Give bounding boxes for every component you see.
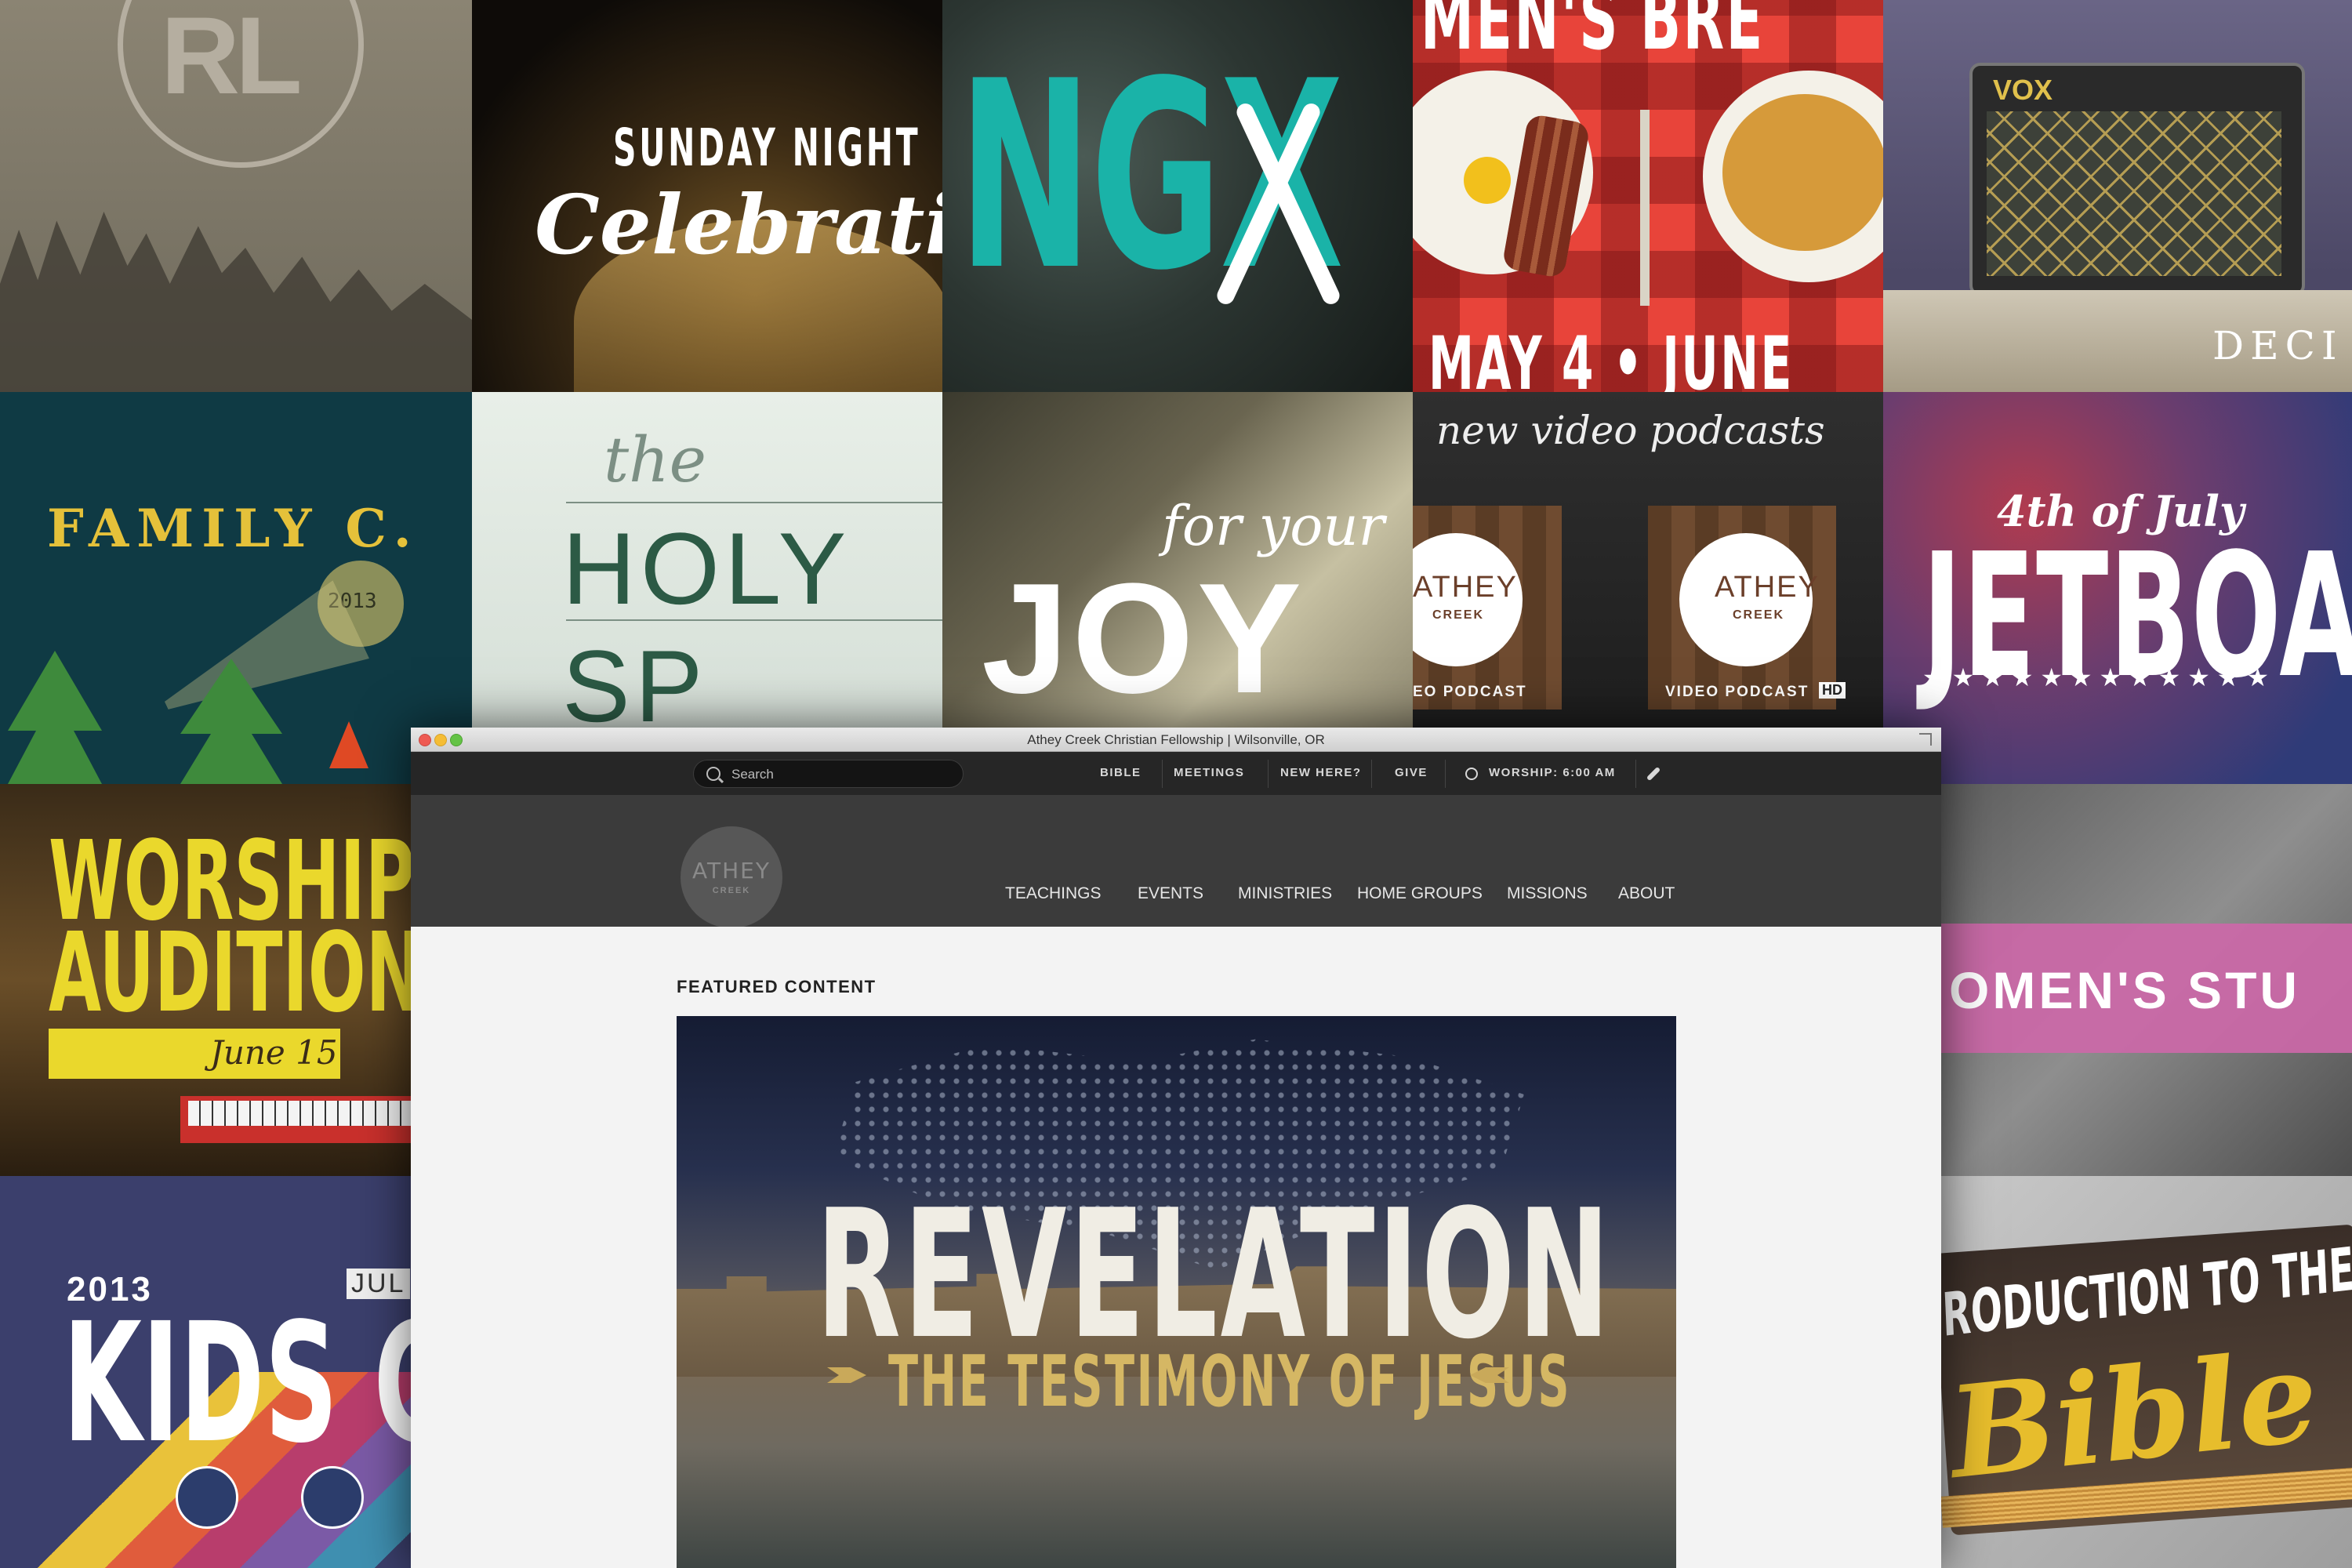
tile-sunday-night: SUNDAY NIGHT Celebratio xyxy=(472,0,942,392)
tile-jetboats: 4th of July JETBOATS ★ ★ ★ ★ ★ ★ ★ ★ ★ ★… xyxy=(1883,392,2352,784)
sunday-night-title: SUNDAY NIGHT xyxy=(613,118,921,178)
divider xyxy=(1162,760,1163,788)
podcast-hd-badge: HD xyxy=(1819,682,1846,699)
amp-brand: VOX xyxy=(1993,74,2053,106)
top-link-meetings[interactable]: MEETINGS xyxy=(1174,766,1244,779)
holy-rule-top xyxy=(566,502,942,503)
top-link-bible[interactable]: BIBLE xyxy=(1100,766,1142,779)
nav-missions[interactable]: MISSIONS xyxy=(1507,884,1588,903)
holy-rule-bottom xyxy=(566,619,942,621)
featured-banner[interactable]: REVELATION THE TESTIMONY OF JESUS xyxy=(677,1016,1676,1568)
forest-silhouette xyxy=(0,212,472,392)
logo-sub: CREEK xyxy=(712,886,751,895)
site-logo[interactable]: ATHEY CREEK xyxy=(681,826,782,928)
search-icon xyxy=(706,767,720,781)
main-navigation: ATHEY CREEK TEACHINGS EVENTS MINISTRIES … xyxy=(411,795,1941,928)
podcast-brand-right: ATHEY xyxy=(1715,571,1820,604)
celebration-script: Celebratio xyxy=(535,176,942,273)
tile-ngx: NGX xyxy=(942,0,1413,392)
amp-grille xyxy=(1987,111,2281,276)
podcast-brand-left: ATHEY xyxy=(1413,571,1518,604)
tile-intro-bible: RODUCTION TO THE Bible xyxy=(1941,1176,2352,1568)
vox-date: DECI xyxy=(2212,323,2343,368)
keyboard-keys xyxy=(188,1101,411,1126)
utility-bar: Search BIBLE MEETINGS NEW HERE? GIVE WOR… xyxy=(411,752,1941,795)
holy-title: HOLY SP xyxy=(562,511,850,743)
egg-yolk xyxy=(1464,157,1511,204)
top-link-new-here[interactable]: NEW HERE? xyxy=(1280,766,1362,779)
joy-title: JOY xyxy=(982,551,1305,726)
hero-title: REVELATION xyxy=(816,1172,1613,1378)
tile-kids-camp: 2013 JUL KIDS CA xyxy=(0,1176,411,1568)
nav-ministries[interactable]: MINISTRIES xyxy=(1238,884,1332,903)
tree-1 xyxy=(8,651,102,784)
tile-video-podcasts: new video podcasts ATHEY CREEK ATHEY CRE… xyxy=(1413,392,1883,728)
divider xyxy=(1445,760,1446,788)
podcast-sub-right: CREEK xyxy=(1733,608,1785,622)
podcast-sub-left: CREEK xyxy=(1432,608,1485,622)
hero-subtitle: THE TESTIMONY OF JESUS xyxy=(888,1341,1572,1423)
wrench-icon[interactable] xyxy=(1646,766,1661,782)
fullscreen-icon[interactable] xyxy=(1919,733,1932,746)
nav-events[interactable]: EVENTS xyxy=(1138,884,1203,903)
kids-title: KIDS CA xyxy=(63,1287,411,1479)
tile-family-camp: FAMILY C. 2013 xyxy=(0,392,472,784)
podcast-label-left: EO PODCAST xyxy=(1413,684,1527,700)
tile-mens-breakfast: MEN'S BRE MAY 4 • JUNE xyxy=(1413,0,1883,392)
featured-heading: FEATURED CONTENT xyxy=(677,977,877,996)
womens-title: OMEN'S STU xyxy=(1949,961,2301,1019)
tile-vox: VOX DECI xyxy=(1883,0,2352,392)
podcast-label-right: VIDEO PODCAST xyxy=(1665,684,1809,700)
worship-date: June 15 xyxy=(210,1033,338,1072)
tree-badge-icon xyxy=(176,1466,238,1529)
sun-icon xyxy=(1465,768,1478,780)
logo-name: ATHEY xyxy=(692,858,771,884)
fork xyxy=(1640,110,1650,306)
divider xyxy=(1371,760,1372,788)
mens-date: MAY 4 • JUNE xyxy=(1428,321,1794,392)
nav-about[interactable]: ABOUT xyxy=(1618,884,1675,903)
holy-the: the xyxy=(604,423,707,496)
divider xyxy=(1635,760,1636,788)
worship-title-2: AUDITIONS xyxy=(49,909,411,1037)
tile-joy: for your JOY xyxy=(942,392,1413,728)
podcast-title: new video podcasts xyxy=(1436,408,1825,453)
tile-holy-spirit: the HOLY SP xyxy=(472,392,942,784)
pancake xyxy=(1722,94,1883,251)
family-title: FAMILY C. xyxy=(47,498,419,559)
tile-worship-auditions: WORSHIP AUDITIONS June 15 xyxy=(0,784,411,1176)
tile-rl: RL xyxy=(0,0,472,392)
tile-womens-study: OMEN'S STU xyxy=(1941,784,2352,1176)
window-titlebar: Athey Creek Christian Fellowship | Wilso… xyxy=(411,728,1941,752)
top-link-give[interactable]: GIVE xyxy=(1395,766,1428,779)
search-input[interactable]: Search xyxy=(693,760,964,788)
browser-window: Athey Creek Christian Fellowship | Wilso… xyxy=(411,728,1941,1568)
rl-logo-text: RL xyxy=(161,0,303,117)
nav-teachings[interactable]: TEACHINGS xyxy=(1005,884,1102,903)
stars-row: ★ ★ ★ ★ ★ ★ ★ ★ ★ ★ ★ ★ xyxy=(1922,663,2270,691)
worship-time-link[interactable]: WORSHIP: 6:00 AM xyxy=(1489,766,1616,779)
flashlight-badge-icon xyxy=(301,1466,364,1529)
page-content: FEATURED CONTENT REVELATION THE TESTIMON… xyxy=(411,927,1941,1568)
window-title: Athey Creek Christian Fellowship | Wilso… xyxy=(1027,732,1325,747)
search-placeholder: Search xyxy=(731,767,774,782)
campfire xyxy=(329,721,368,768)
divider xyxy=(1268,760,1269,788)
nav-home-groups[interactable]: HOME GROUPS xyxy=(1357,884,1483,903)
mens-title: MEN'S BRE xyxy=(1421,0,1765,69)
